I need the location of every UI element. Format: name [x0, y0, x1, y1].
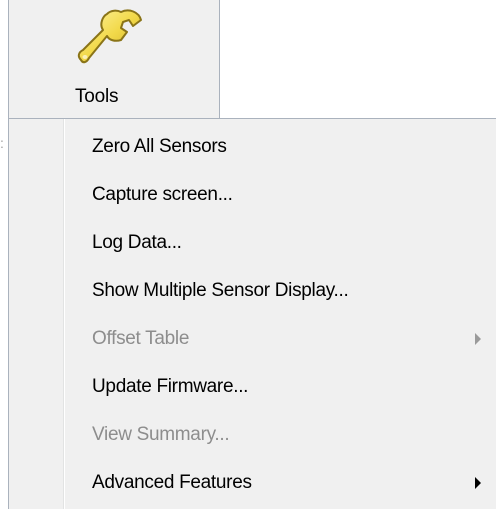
menu-item-log-data[interactable]: Log Data...	[9, 219, 495, 267]
menu-item-view-summary: View Summary...	[9, 411, 495, 459]
menu-item-capture-screen[interactable]: Capture screen...	[9, 171, 495, 219]
menu-item-label: Log Data...	[92, 232, 182, 253]
menu-item-label: Update Firmware...	[92, 376, 249, 397]
background-window-mark: :	[0, 135, 4, 151]
menu-item-zero-all-sensors[interactable]: Zero All Sensors	[9, 123, 495, 171]
background-window-edge: :	[0, 0, 8, 509]
menu-item-label: View Summary...	[92, 424, 230, 445]
screen: : Tools Zero All Sensors Capture screen.…	[0, 0, 496, 509]
tools-label: Tools	[75, 86, 119, 107]
submenu-arrow-icon	[475, 477, 481, 489]
menu-item-label: Advanced Features	[92, 472, 252, 493]
menu-item-offset-table: Offset Table	[9, 315, 495, 363]
menu-item-advanced-features[interactable]: Advanced Features	[9, 459, 495, 507]
menu-item-update-firmware[interactable]: Update Firmware...	[9, 363, 495, 411]
menu-item-label: Show Multiple Sensor Display...	[92, 280, 349, 301]
tools-dropdown-menu: Zero All Sensors Capture screen... Log D…	[8, 118, 496, 509]
menu-item-show-multiple-sensor-display[interactable]: Show Multiple Sensor Display...	[9, 267, 495, 315]
menu-item-label: Offset Table	[92, 328, 190, 349]
menu-item-label: Capture screen...	[92, 184, 233, 205]
submenu-arrow-icon	[475, 333, 481, 345]
wrench-icon	[77, 6, 145, 82]
tools-ribbon-button[interactable]: Tools	[8, 0, 220, 118]
menu-item-label: Zero All Sensors	[92, 136, 227, 157]
